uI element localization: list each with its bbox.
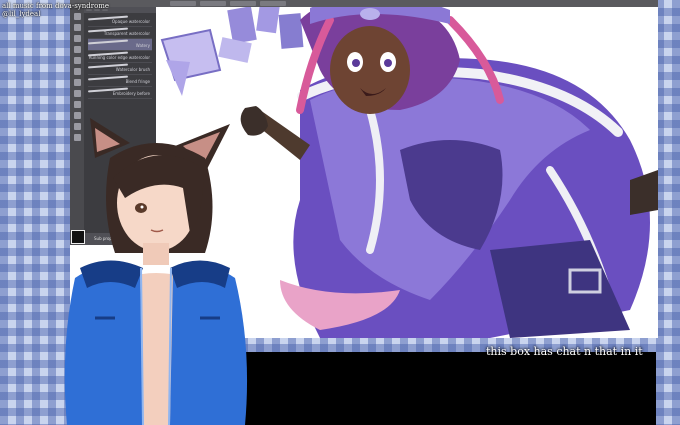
brush-label: Blend fringe xyxy=(125,79,150,84)
move-tool-icon[interactable] xyxy=(73,68,81,75)
brush-label: Opaque watercolor xyxy=(111,19,150,24)
credits-line-2: @lil_lydeal xyxy=(2,10,41,18)
brush-item[interactable]: Transparent watercolor xyxy=(87,27,152,39)
eraser-tool-icon[interactable] xyxy=(73,35,81,42)
brush-item[interactable]: Blend fringe xyxy=(87,75,152,87)
brush-label: Watercolor brush xyxy=(115,67,150,72)
canvas-tab-bar xyxy=(70,0,658,7)
selection-tool-icon[interactable] xyxy=(73,57,81,64)
chat-box-caption: this box has chat n that in it xyxy=(486,345,643,358)
brush-label: Embroidery before xyxy=(112,91,150,96)
fill-tool-icon[interactable] xyxy=(73,46,81,53)
brush-item[interactable]: Running color edge watercolor xyxy=(87,51,152,63)
brush-label: Watery xyxy=(135,43,150,48)
canvas-tab[interactable] xyxy=(260,1,286,6)
text-tool-icon[interactable] xyxy=(73,79,81,86)
brush-label: Transparent watercolor xyxy=(103,31,150,36)
vtuber-avatar xyxy=(64,118,248,425)
brush-list: Opaque watercolor Transparent watercolor… xyxy=(84,13,156,101)
gradient-tool-icon[interactable] xyxy=(73,101,81,108)
brush-stroke-preview xyxy=(87,39,129,45)
credits-line-1: all music from dova-syndrome xyxy=(2,2,110,10)
canvas-tab[interactable] xyxy=(200,1,226,6)
brush-stroke-preview xyxy=(87,75,129,81)
brush-item-selected[interactable]: Watery xyxy=(87,39,152,51)
character-body xyxy=(280,58,650,338)
brush-tool-icon[interactable] xyxy=(73,24,81,31)
canvas-tab[interactable] xyxy=(170,1,196,6)
eyedropper-tool-icon[interactable] xyxy=(73,90,81,97)
music-credits: all music from dova-syndrome @lil_lydeal xyxy=(2,2,109,18)
chat-box-overlay xyxy=(240,352,656,425)
brush-label: Running color edge watercolor xyxy=(88,55,150,60)
brush-item[interactable]: Watercolor brush xyxy=(87,63,152,75)
brush-item[interactable]: Embroidery before xyxy=(87,87,152,99)
canvas-tab[interactable] xyxy=(230,1,256,6)
